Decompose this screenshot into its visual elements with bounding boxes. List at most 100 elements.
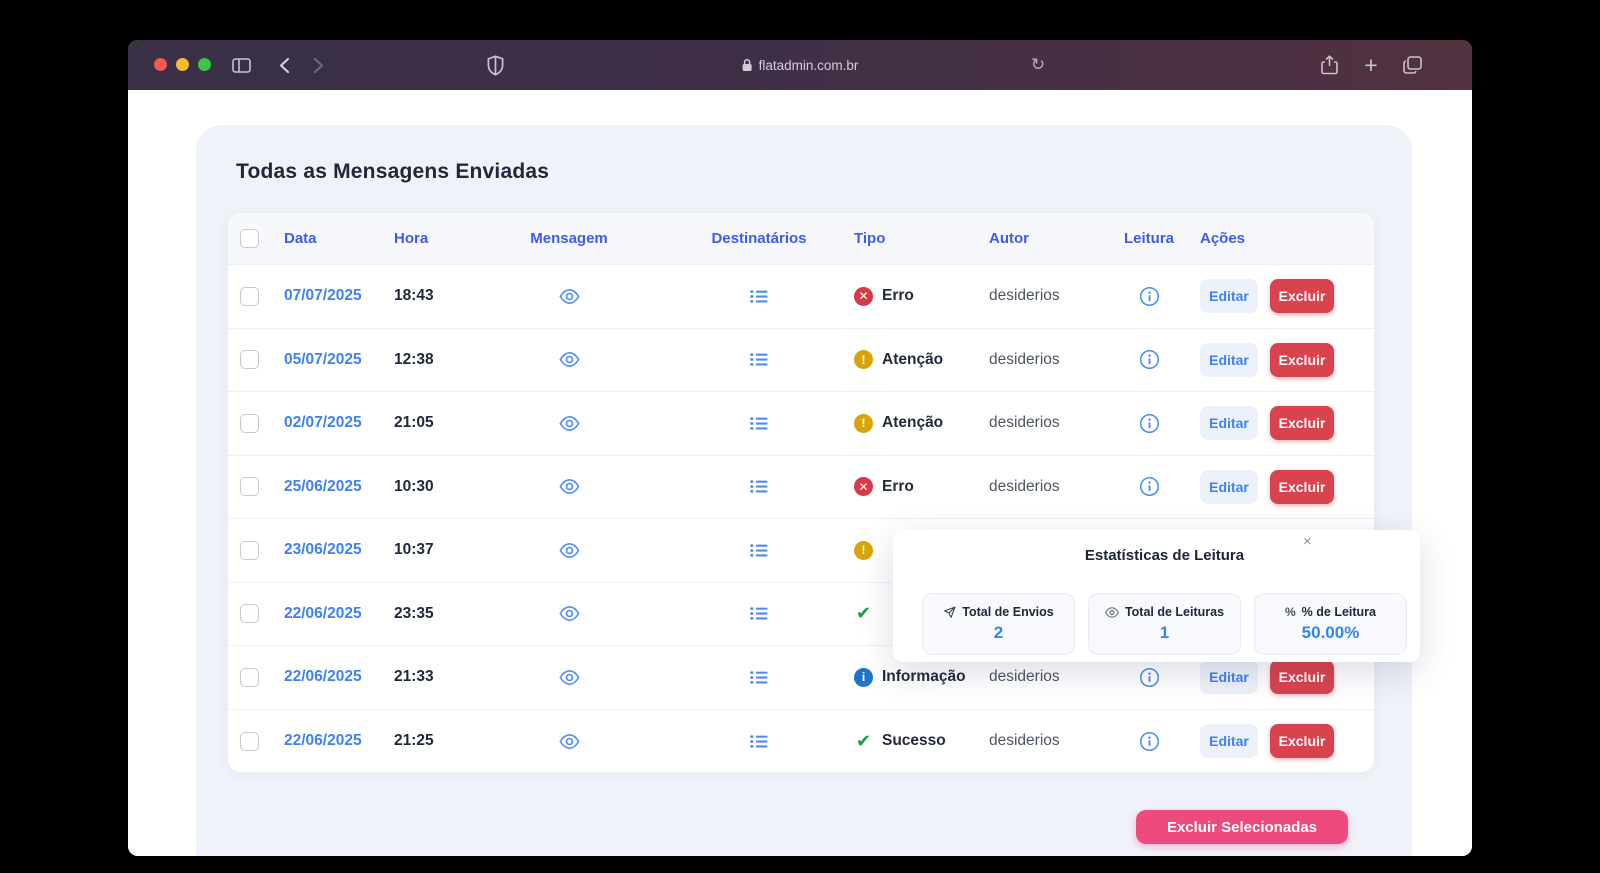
view-message-cell bbox=[474, 542, 664, 558]
edit-button[interactable]: Editar bbox=[1200, 342, 1258, 377]
list-icon[interactable] bbox=[750, 289, 768, 304]
edit-button[interactable]: Editar bbox=[1200, 406, 1258, 441]
close-window-button[interactable] bbox=[154, 58, 167, 71]
delete-button[interactable]: Excluir bbox=[1270, 279, 1334, 314]
info-icon[interactable] bbox=[1139, 413, 1160, 434]
row-date[interactable]: 22/06/2025 bbox=[284, 732, 362, 750]
edit-button[interactable]: Editar bbox=[1200, 660, 1258, 695]
row-checkbox[interactable] bbox=[240, 731, 259, 751]
list-icon[interactable] bbox=[750, 670, 768, 685]
close-icon[interactable]: ✕ bbox=[1303, 535, 1312, 548]
row-date[interactable]: 07/07/2025 bbox=[284, 287, 362, 305]
reload-icon[interactable]: ↻ bbox=[1026, 40, 1050, 90]
info-icon[interactable] bbox=[1139, 731, 1160, 752]
row-checkbox[interactable] bbox=[240, 413, 259, 433]
list-icon[interactable] bbox=[750, 479, 768, 494]
view-message-cell bbox=[474, 733, 664, 749]
type-cell: ! Atenção bbox=[854, 413, 989, 433]
type-icon: ! bbox=[854, 350, 873, 370]
delete-selected-button[interactable]: Excluir Selecionadas bbox=[1136, 810, 1348, 844]
cell-acoes: Editar Excluir bbox=[1189, 279, 1374, 314]
type-icon: i bbox=[854, 667, 873, 687]
list-icon[interactable] bbox=[750, 352, 768, 367]
address-bar[interactable]: flatadmin.com.br bbox=[742, 40, 859, 90]
recipients-cell bbox=[664, 670, 854, 685]
row-checkbox[interactable] bbox=[240, 350, 259, 370]
row-time: 10:30 bbox=[394, 477, 434, 495]
eye-icon[interactable] bbox=[558, 733, 580, 749]
row-author: desiderios bbox=[989, 668, 1060, 686]
row-time: 21:33 bbox=[394, 668, 434, 686]
eye-icon[interactable] bbox=[558, 542, 580, 558]
row-checkbox[interactable] bbox=[240, 604, 259, 624]
info-icon[interactable] bbox=[1139, 476, 1160, 497]
table-row: 02/07/2025 21:05 ! Atenção desiderios Ed… bbox=[228, 392, 1374, 456]
edit-button[interactable]: Editar bbox=[1200, 279, 1258, 314]
type-cell: ! Atenção bbox=[854, 350, 989, 370]
row-date[interactable]: 22/06/2025 bbox=[284, 605, 362, 623]
cell-leitura bbox=[1109, 413, 1189, 434]
row-author: desiderios bbox=[989, 732, 1060, 750]
type-cell: ✕ Erro bbox=[854, 286, 989, 306]
header-mensagem: Mensagem bbox=[530, 230, 608, 247]
list-icon[interactable] bbox=[750, 606, 768, 621]
eye-icon[interactable] bbox=[558, 288, 580, 304]
delete-button[interactable]: Excluir bbox=[1270, 469, 1334, 504]
header-tipo: Tipo bbox=[854, 230, 886, 247]
row-date[interactable]: 23/06/2025 bbox=[284, 541, 362, 559]
row-time: 18:43 bbox=[394, 287, 434, 305]
back-icon[interactable] bbox=[272, 40, 296, 90]
new-tab-icon[interactable]: + bbox=[1358, 40, 1384, 90]
edit-button[interactable]: Editar bbox=[1200, 469, 1258, 504]
eye-icon[interactable] bbox=[558, 669, 580, 685]
info-icon[interactable] bbox=[1139, 667, 1160, 688]
row-date[interactable]: 05/07/2025 bbox=[284, 351, 362, 369]
row-type-label: Erro bbox=[882, 477, 914, 495]
table-body: 07/07/2025 18:43 ✕ Erro desiderios Edita… bbox=[228, 265, 1374, 772]
row-checkbox[interactable] bbox=[240, 477, 259, 497]
recipients-cell bbox=[664, 734, 854, 749]
row-time: 21:05 bbox=[394, 414, 434, 432]
row-date[interactable]: 25/06/2025 bbox=[284, 478, 362, 496]
delete-button[interactable]: Excluir bbox=[1270, 342, 1334, 377]
delete-button[interactable]: Excluir bbox=[1270, 406, 1334, 441]
eye-icon[interactable] bbox=[558, 606, 580, 622]
eye-icon[interactable] bbox=[558, 415, 580, 431]
cell-acoes: Editar Excluir bbox=[1189, 469, 1374, 504]
delete-button[interactable]: Excluir bbox=[1270, 660, 1334, 695]
row-checkbox[interactable] bbox=[240, 540, 259, 560]
list-icon[interactable] bbox=[750, 734, 768, 749]
shield-icon[interactable] bbox=[482, 40, 508, 90]
eye-icon[interactable] bbox=[558, 352, 580, 368]
row-date[interactable]: 22/06/2025 bbox=[284, 668, 362, 686]
row-checkbox[interactable] bbox=[240, 667, 259, 687]
stat-value: 50.00% bbox=[1301, 623, 1360, 642]
share-icon[interactable] bbox=[1316, 40, 1342, 90]
row-date[interactable]: 02/07/2025 bbox=[284, 414, 362, 432]
header-leitura: Leitura bbox=[1123, 230, 1174, 247]
info-icon[interactable] bbox=[1139, 349, 1160, 370]
tab-overview-icon[interactable] bbox=[1398, 40, 1426, 90]
info-icon[interactable] bbox=[1139, 286, 1160, 307]
maximize-window-button[interactable] bbox=[198, 58, 211, 71]
forward-icon[interactable] bbox=[306, 40, 330, 90]
minimize-window-button[interactable] bbox=[176, 58, 189, 71]
view-message-cell bbox=[474, 415, 664, 431]
row-checkbox[interactable] bbox=[240, 286, 259, 306]
header-acoes: Ações bbox=[1200, 230, 1246, 247]
url-text: flatadmin.com.br bbox=[758, 57, 859, 73]
list-icon[interactable] bbox=[750, 416, 768, 431]
recipients-cell bbox=[664, 479, 854, 494]
sidebar-toggle-icon[interactable] bbox=[229, 40, 253, 90]
recipients-cell bbox=[664, 416, 854, 431]
table-row: 05/07/2025 12:38 ! Atenção desiderios Ed… bbox=[228, 328, 1374, 392]
lock-icon bbox=[742, 58, 753, 72]
delete-button[interactable]: Excluir bbox=[1270, 724, 1334, 759]
row-type-label: Atenção bbox=[882, 350, 944, 368]
eye-icon[interactable] bbox=[558, 479, 580, 495]
header-hora: Hora bbox=[394, 230, 429, 247]
select-all-checkbox[interactable] bbox=[240, 229, 259, 248]
edit-button[interactable]: Editar bbox=[1200, 724, 1258, 759]
list-icon[interactable] bbox=[750, 543, 768, 558]
stat-value: 1 bbox=[1159, 623, 1170, 642]
